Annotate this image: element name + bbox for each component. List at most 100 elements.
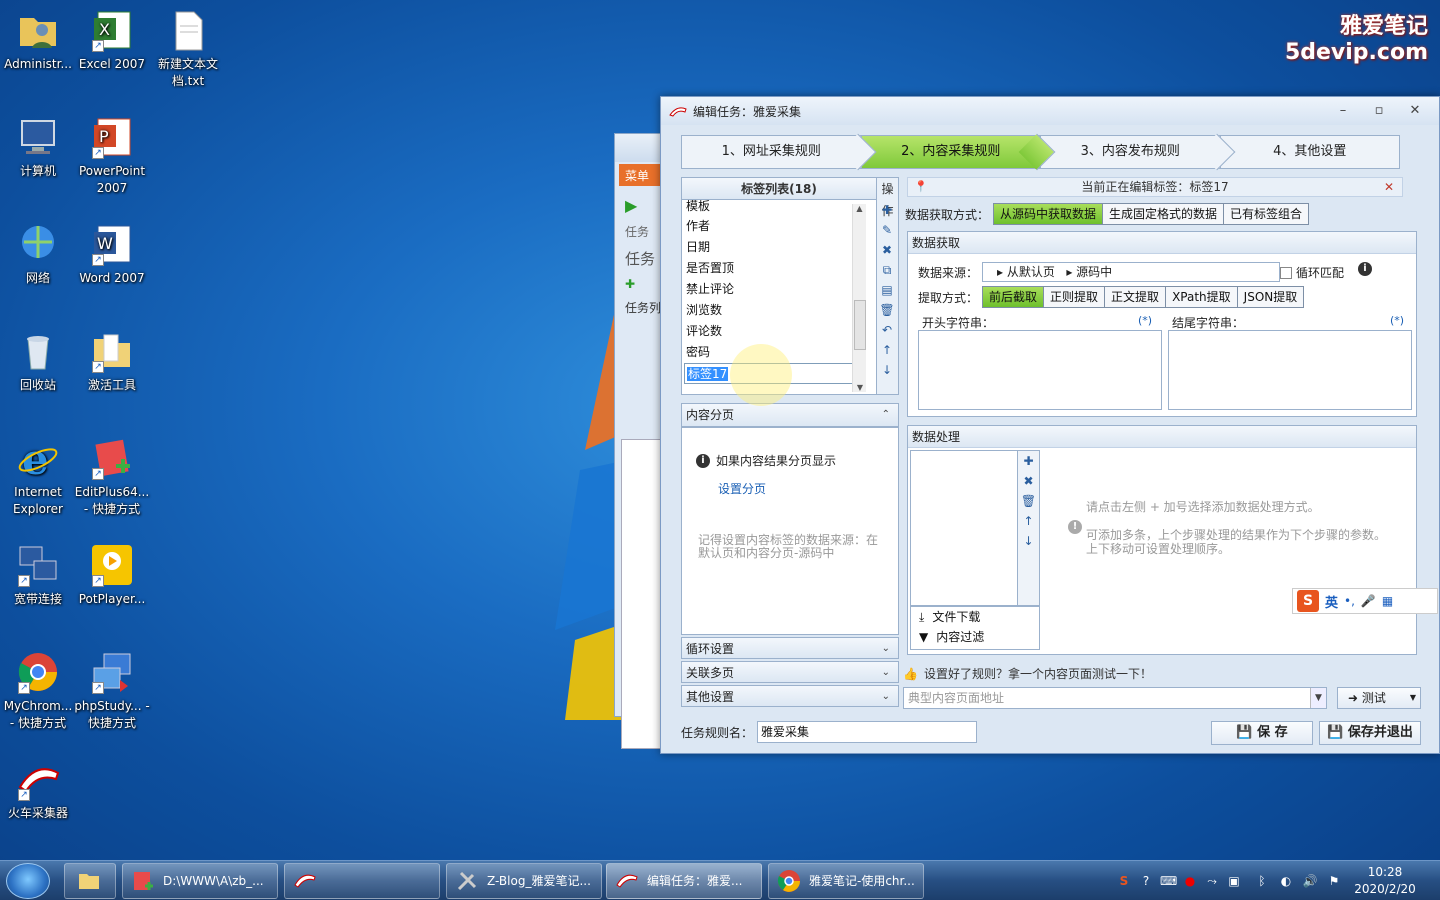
checkbox[interactable] <box>1280 266 1292 279</box>
desktop-icon-recycle-bin[interactable]: 回收站 <box>0 329 76 394</box>
menu-file-download[interactable]: ⤓ 文件下载 <box>911 607 1039 627</box>
tag-item[interactable]: 禁止评论 <box>684 279 854 300</box>
save-exit-button[interactable]: 💾 保存并退出 <box>1319 721 1421 745</box>
ime-mode[interactable]: 英 <box>1325 592 1338 611</box>
trash-icon[interactable]: 🗑 <box>1018 491 1039 511</box>
edit-icon[interactable]: ✎ <box>877 220 897 240</box>
taskbar-editplus[interactable]: D:\WWW\A\zb_... <box>122 863 278 899</box>
desktop-icon-locoy[interactable]: ↗ 火车采集器 <box>0 757 76 822</box>
tag-list-scrollbar[interactable]: ▲ ▼ <box>852 204 866 392</box>
menu-content-filter[interactable]: ▼ 内容过滤 <box>911 627 1039 647</box>
dialog-titlebar[interactable]: 编辑任务：雅爱采集 – ▫ ✕ <box>661 97 1439 125</box>
tag-item[interactable]: 日期 <box>684 237 854 258</box>
scroll-down-icon[interactable]: ▼ <box>853 383 867 392</box>
move-down-icon[interactable]: ↓ <box>1018 531 1039 551</box>
start-wildcard[interactable]: (*) <box>1138 314 1152 327</box>
network-tray-icon[interactable]: ▣ <box>1226 873 1242 889</box>
extract-body[interactable]: 正文提取 <box>1104 286 1167 308</box>
undo-icon[interactable]: ↶ <box>877 320 897 340</box>
desktop-icon-potplayer[interactable]: ↗ PotPlayer... <box>74 543 150 608</box>
method-tag-combination[interactable]: 已有标签组合 <box>1223 203 1310 225</box>
chevron-down-icon[interactable]: ▼ <box>1410 688 1416 708</box>
end-wildcard[interactable]: (*) <box>1390 314 1404 327</box>
desktop-icon-computer[interactable]: 计算机 <box>0 115 76 180</box>
move-up-icon[interactable]: ↑ <box>877 340 897 360</box>
scroll-up-icon[interactable]: ▲ <box>853 204 866 213</box>
close-icon[interactable]: ✕ <box>1405 103 1425 119</box>
tag-item[interactable]: 作者 <box>684 216 854 237</box>
desktop-icon-ie[interactable]: e Internet Explorer <box>0 435 76 518</box>
desktop-icon-broadband[interactable]: ↗ 宽带连接 <box>0 543 76 608</box>
loop-settings-row[interactable]: 循环设置 ⌄ <box>681 637 899 659</box>
set-paging-link[interactable]: 设置分页 <box>718 480 766 497</box>
method-fixed-format[interactable]: 生成固定格式的数据 <box>1102 203 1225 225</box>
locoy-tray-icon[interactable]: ⤳ <box>1204 873 1220 889</box>
paging-section-header[interactable]: 内容分页 ⌃ <box>681 403 899 427</box>
microphone-icon[interactable]: 🎤 <box>1361 594 1376 608</box>
tag-item[interactable]: 模板 <box>684 200 854 216</box>
source-selector[interactable]: ▸ 从默认页 ▸ 源码中 <box>982 262 1281 282</box>
close-edit-icon[interactable]: ✕ <box>1384 178 1394 196</box>
desktop-icon-chrome[interactable]: ↗ MyChrom... - 快捷方式 <box>0 650 76 732</box>
volume-icon[interactable]: 🔊 <box>1302 873 1318 889</box>
keyboard-icon[interactable]: ⌨ <box>1160 873 1177 889</box>
help-tray-icon[interactable]: ? <box>1138 873 1154 889</box>
multi-page-row[interactable]: 关联多页 ⌄ <box>681 661 899 683</box>
punctuation-icon[interactable]: •, <box>1344 594 1355 608</box>
start-string-input[interactable] <box>918 330 1162 410</box>
process-list[interactable] <box>910 450 1018 606</box>
move-up-icon[interactable]: ↑ <box>1018 511 1039 531</box>
other-settings-row[interactable]: 其他设置 ⌄ <box>681 685 899 707</box>
desktop-icon-txt[interactable]: 新建文本文档.txt <box>150 8 226 90</box>
tag-item[interactable]: 浏览数 <box>684 300 854 321</box>
tag-item[interactable]: 评论数 <box>684 321 854 342</box>
scroll-thumb[interactable] <box>854 300 866 350</box>
step-content-rules[interactable]: 2、内容采集规则 <box>860 133 1056 171</box>
extract-json[interactable]: JSON提取 <box>1236 286 1305 308</box>
step-url-rules[interactable]: 1、网址采集规则 <box>681 133 876 171</box>
start-button[interactable] <box>6 863 50 899</box>
test-url-input[interactable]: 典型内容页面地址 ▼ <box>903 687 1327 709</box>
save-button[interactable]: 💾 保 存 <box>1211 721 1313 745</box>
clock[interactable]: 10:28 2020/2/20 <box>1352 864 1418 898</box>
collapse-up-icon[interactable]: ⌃ <box>882 404 890 426</box>
end-string-input[interactable] <box>1168 330 1412 410</box>
ime-toolbar[interactable]: S 英 •, 🎤 ▦ <box>1292 588 1438 614</box>
tag-item[interactable]: 是否置顶 <box>684 258 854 279</box>
desktop-icon-network[interactable]: 网络 <box>0 222 76 287</box>
sogou-tray-icon[interactable]: S <box>1116 873 1132 889</box>
help-icon[interactable]: i <box>1358 262 1372 276</box>
delete-icon[interactable]: ✖ <box>877 240 897 260</box>
trash-icon[interactable]: 🗑 <box>877 300 897 320</box>
test-button[interactable]: ➜ 测试 ▼ <box>1337 687 1421 709</box>
move-down-icon[interactable]: ↓ <box>877 360 897 380</box>
wifi-icon[interactable]: ◐ <box>1278 873 1294 889</box>
taskbar-edit-task[interactable]: 编辑任务：雅爱... <box>606 863 762 899</box>
loop-match-checkbox[interactable]: 循环匹配 <box>1280 264 1344 281</box>
extract-regex[interactable]: 正则提取 <box>1043 286 1106 308</box>
desktop-icon-powerpoint[interactable]: P ↗ PowerPoint 2007 <box>74 115 150 197</box>
taskbar-zblog[interactable]: Z-Blog_雅爱笔记... <box>446 863 602 899</box>
desktop-icon-activation-tool[interactable]: ↗ 激活工具 <box>74 329 150 394</box>
add-icon[interactable]: ✚ <box>1018 451 1039 471</box>
delete-icon[interactable]: ✖ <box>1018 471 1039 491</box>
desktop-icon-excel[interactable]: X ↗ Excel 2007 <box>74 8 150 73</box>
maximize-icon[interactable]: ▫ <box>1369 103 1389 119</box>
minimize-icon[interactable]: – <box>1333 103 1353 119</box>
paste-icon[interactable]: ▤ <box>877 280 897 300</box>
desktop-icon-word[interactable]: W ↗ Word 2007 <box>74 222 150 287</box>
taskbar-chrome[interactable]: 雅爱笔记-使用chr... <box>768 863 924 899</box>
step-publish-rules[interactable]: 3、内容发布规则 <box>1040 133 1235 171</box>
taskbar-explorer[interactable] <box>64 863 116 899</box>
extract-before-after[interactable]: 前后截取 <box>982 286 1045 308</box>
desktop-icon-editplus[interactable]: ↗ EditPlus64... - 快捷方式 <box>74 436 150 518</box>
extract-xpath[interactable]: XPath提取 <box>1165 286 1238 308</box>
add-icon[interactable]: ✚ <box>877 200 897 220</box>
copy-icon[interactable]: ⧉ <box>877 260 897 280</box>
action-center-icon[interactable]: ⚑ <box>1326 873 1342 889</box>
record-icon[interactable]: ● <box>1182 873 1198 889</box>
desktop-icon-administrator[interactable]: Administr... <box>0 8 76 73</box>
bluetooth-icon[interactable]: ᛒ <box>1254 873 1270 889</box>
step-other-settings[interactable]: 4、其他设置 <box>1219 135 1400 169</box>
method-from-source[interactable]: 从源码中获取数据 <box>993 203 1104 225</box>
